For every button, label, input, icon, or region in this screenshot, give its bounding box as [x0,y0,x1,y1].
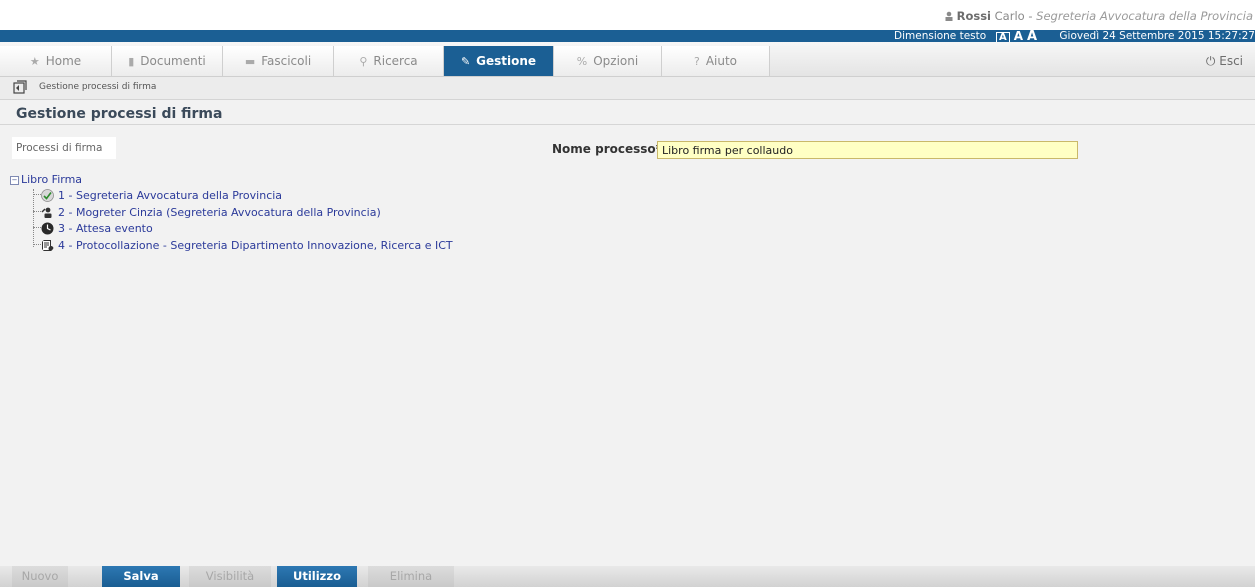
pencil-icon: ✎ [460,55,471,68]
utilizzo-button[interactable]: Utilizzo [277,566,357,587]
tab-aiuto[interactable]: ? Aiuto [662,46,770,76]
back-page-icon[interactable] [13,80,27,94]
breadcrumb: Gestione processi di firma [0,77,1255,100]
tree-connector [33,227,41,228]
clock-icon [41,222,54,235]
process-name-input[interactable] [657,141,1078,159]
tab-opzioni[interactable]: % Opzioni [554,46,662,76]
process-name-label: Nome processo* [552,142,662,156]
tree-root-libro-firma[interactable]: − Libro Firma [10,173,82,186]
user-surname: Rossi [956,9,991,23]
folder-icon: ▬ [244,55,256,68]
tree-node-label: 2 - Mogreter Cinzia (Segreteria Avvocatu… [58,206,381,219]
tab-fascicoli-label: Fascicoli [261,54,312,68]
exit-label: Esci [1219,54,1243,68]
protocol-icon [42,240,54,251]
options-icon: % [576,55,588,68]
tab-documenti-label: Documenti [140,54,206,68]
exit-button[interactable]: ⏻ Esci [1206,46,1243,76]
tab-gestione[interactable]: ✎ Gestione [444,46,554,76]
collapse-icon[interactable]: − [10,176,19,185]
tab-processi-di-firma[interactable]: Processi di firma [12,137,116,159]
tree-connector [33,244,41,245]
nuovo-button[interactable]: Nuovo [12,566,68,587]
tab-aiuto-label: Aiuto [705,54,738,68]
signature-check-icon [41,189,54,202]
user-separator: - [1024,9,1037,23]
text-size-medium-button[interactable]: A [1014,30,1023,42]
page-title: Gestione processi di firma [16,106,223,122]
document-icon: ▮ [128,55,135,68]
salva-button[interactable]: Salva [102,566,180,587]
visibilita-button[interactable]: Visibilità [189,566,271,587]
tab-ricerca-label: Ricerca [373,54,418,68]
tree-node-label: 1 - Segreteria Avvocatura della Provinci… [58,189,283,202]
tab-gestione-label: Gestione [476,54,537,68]
tab-home[interactable]: ★ Home [0,46,112,76]
user-office: Segreteria Avvocatura della Provincia [1036,9,1253,23]
tab-fascicoli[interactable]: ▬ Fascicoli [223,46,334,76]
tab-home-label: Home [45,54,82,68]
user-signature-icon [41,207,52,218]
user-firstname: Carlo [994,9,1025,23]
action-bar: Nuovo Salva Visibilità Utilizzo Elimina [0,566,1255,587]
title-divider [0,124,1255,125]
tree-root-label: Libro Firma [21,173,83,186]
tree-node-label: 4 - Protocollazione - Segreteria Diparti… [58,239,453,252]
tree-node-step-1[interactable]: 1 - Segreteria Avvocatura della Provinci… [33,189,282,202]
user-icon [945,11,953,21]
tree-connector [33,194,41,195]
help-icon: ? [693,55,700,68]
tree-node-step-3[interactable]: 3 - Attesa evento [33,222,153,235]
home-icon: ★ [29,55,40,68]
search-icon: ⚲ [359,55,368,68]
text-size-label: Dimensione testo [894,30,987,42]
tab-documenti[interactable]: ▮ Documenti [112,46,223,76]
user-info: Rossi Carlo - Segreteria Avvocatura dell… [944,9,1253,23]
tree-node-label: 3 - Attesa evento [58,222,153,235]
current-datetime: Giovedì 24 Settembre 2015 15:27:27 [1059,30,1255,42]
tab-opzioni-label: Opzioni [593,54,639,68]
tree-connector [33,211,41,212]
elimina-button[interactable]: Elimina [368,566,454,587]
main-nav: ★ Home ▮ Documenti ▬ Fascicoli ⚲ Ricerca ✎ Ge… [0,42,1255,77]
tree-node-step-2[interactable]: 2 - Mogreter Cinzia (Segreteria Avvocatu… [33,206,381,219]
power-icon: ⏻ [1205,54,1216,68]
tab-ricerca[interactable]: ⚲ Ricerca [334,46,444,76]
user-bar: Rossi Carlo - Segreteria Avvocatura dell… [0,0,1255,30]
breadcrumb-text: Gestione processi di firma [39,82,157,92]
info-bar: Dimensione testo AAA Giovedì 24 Settembr… [0,30,1255,44]
tree-node-step-4[interactable]: 4 - Protocollazione - Segreteria Diparti… [33,239,453,252]
